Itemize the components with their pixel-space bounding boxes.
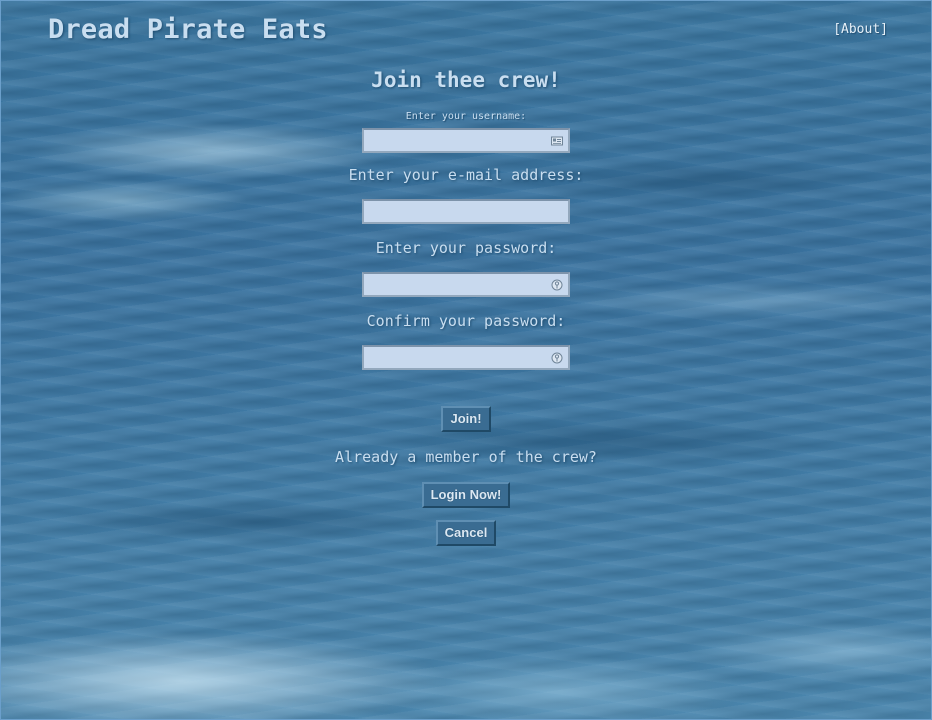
username-input[interactable] [364, 130, 568, 152]
email-label: Enter your e-mail address: [348, 166, 584, 184]
about-link-label: About [841, 22, 881, 37]
id-card-icon [551, 136, 563, 146]
about-open-bracket: [ [833, 22, 842, 37]
email-input[interactable] [364, 201, 568, 223]
key-icon [551, 352, 563, 364]
about-close-bracket: ] [880, 22, 888, 37]
about-link[interactable]: [About] [833, 22, 888, 37]
login-row: Login Now! [0, 482, 932, 508]
login-now-button[interactable]: Login Now! [421, 482, 511, 508]
join-row: Join! [0, 406, 932, 432]
cancel-button[interactable]: Cancel [435, 520, 497, 546]
form-heading: Join thee crew! [371, 68, 561, 92]
cancel-row: Cancel [0, 520, 932, 546]
key-icon [551, 279, 563, 291]
username-field[interactable] [362, 128, 570, 153]
password-field[interactable] [362, 272, 570, 297]
join-button[interactable]: Join! [441, 406, 491, 432]
confirm-password-field[interactable] [362, 345, 570, 370]
signup-form: Join thee crew! Enter your username: Ent… [0, 64, 932, 546]
confirm-password-label: Confirm your password: [366, 312, 566, 330]
email-field[interactable] [362, 199, 570, 224]
confirm-password-input[interactable] [364, 347, 568, 369]
username-label: Enter your username: [405, 111, 527, 122]
password-label: Enter your password: [375, 239, 557, 257]
already-member-text: Already a member of the crew? [335, 448, 597, 466]
password-input[interactable] [364, 274, 568, 296]
site-title: Dread Pirate Eats [48, 14, 328, 45]
